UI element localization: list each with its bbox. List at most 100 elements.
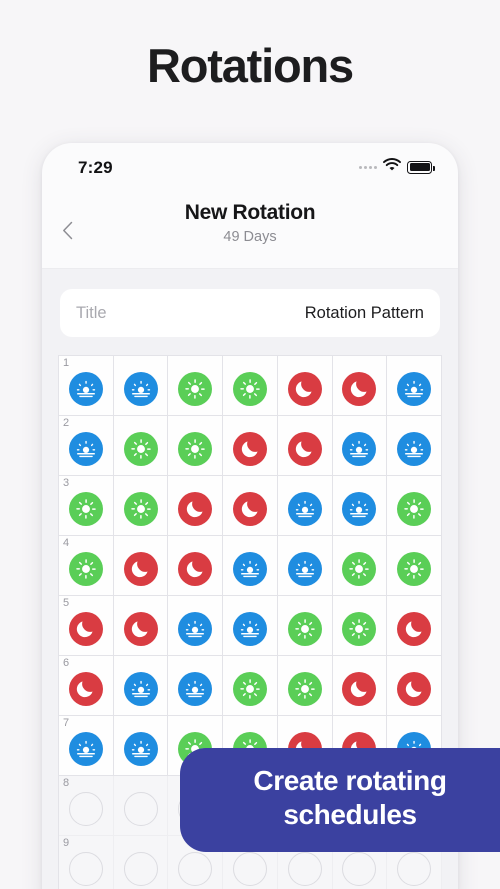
grid-cell[interactable] <box>277 416 333 476</box>
sun-icon[interactable] <box>123 431 158 466</box>
grid-cell[interactable] <box>113 596 169 656</box>
sun-icon[interactable] <box>342 611 377 646</box>
moon-icon[interactable] <box>287 431 322 466</box>
grid-cell[interactable]: 3 <box>59 476 114 536</box>
sun-icon[interactable] <box>123 491 158 526</box>
sun-icon[interactable] <box>342 551 377 586</box>
sunrise-icon[interactable] <box>233 611 268 646</box>
grid-cell[interactable] <box>387 536 442 596</box>
grid-cell[interactable] <box>387 476 442 536</box>
grid-cell[interactable] <box>387 416 442 476</box>
sunrise-icon[interactable] <box>342 491 377 526</box>
sunrise-icon[interactable] <box>68 431 103 466</box>
empty-shift-slot[interactable] <box>233 851 268 886</box>
grid-cell[interactable] <box>277 596 333 656</box>
sunrise-icon[interactable] <box>68 731 103 766</box>
sunrise-icon[interactable] <box>397 431 432 466</box>
moon-icon[interactable] <box>68 671 103 706</box>
grid-cell[interactable]: 7 <box>59 716 114 776</box>
grid-cell[interactable] <box>332 476 388 536</box>
empty-shift-slot[interactable] <box>68 791 103 826</box>
grid-cell[interactable]: 4 <box>59 536 114 596</box>
empty-shift-slot[interactable] <box>342 851 377 886</box>
grid-cell[interactable] <box>113 656 169 716</box>
title-row[interactable]: Title Rotation Pattern <box>60 289 440 337</box>
sun-icon[interactable] <box>68 551 103 586</box>
sunrise-icon[interactable] <box>233 551 268 586</box>
moon-icon[interactable] <box>68 611 103 646</box>
grid-cell[interactable]: 9 <box>59 836 114 889</box>
grid-cell[interactable] <box>168 536 224 596</box>
moon-icon[interactable] <box>397 611 432 646</box>
grid-cell[interactable] <box>113 356 169 416</box>
empty-shift-slot[interactable] <box>178 851 213 886</box>
sunrise-icon[interactable] <box>178 611 213 646</box>
sunrise-icon[interactable] <box>123 371 158 406</box>
moon-icon[interactable] <box>342 671 377 706</box>
grid-cell[interactable] <box>332 596 388 656</box>
moon-icon[interactable] <box>287 371 322 406</box>
grid-cell[interactable] <box>168 416 224 476</box>
grid-cell[interactable] <box>168 356 224 416</box>
grid-cell[interactable] <box>223 416 278 476</box>
empty-shift-slot[interactable] <box>287 851 322 886</box>
grid-cell[interactable] <box>113 476 169 536</box>
moon-icon[interactable] <box>342 371 377 406</box>
sunrise-icon[interactable] <box>178 671 213 706</box>
sun-icon[interactable] <box>287 611 322 646</box>
grid-cell[interactable] <box>332 536 388 596</box>
sunrise-icon[interactable] <box>123 671 158 706</box>
moon-icon[interactable] <box>233 431 268 466</box>
grid-cell[interactable] <box>223 476 278 536</box>
sunrise-icon[interactable] <box>68 371 103 406</box>
empty-shift-slot[interactable] <box>123 851 158 886</box>
sunrise-icon[interactable] <box>397 371 432 406</box>
grid-cell[interactable]: 5 <box>59 596 114 656</box>
empty-shift-slot[interactable] <box>397 851 432 886</box>
grid-cell[interactable] <box>113 836 169 889</box>
sun-icon[interactable] <box>178 371 213 406</box>
moon-icon[interactable] <box>178 551 213 586</box>
grid-cell[interactable] <box>223 596 278 656</box>
sunrise-icon[interactable] <box>342 431 377 466</box>
sun-icon[interactable] <box>397 551 432 586</box>
grid-cell[interactable] <box>332 656 388 716</box>
grid-cell[interactable]: 2 <box>59 416 114 476</box>
sunrise-icon[interactable] <box>287 491 322 526</box>
sun-icon[interactable] <box>233 371 268 406</box>
sun-icon[interactable] <box>397 491 432 526</box>
grid-cell[interactable] <box>277 536 333 596</box>
grid-cell[interactable] <box>113 776 169 836</box>
grid-cell[interactable] <box>168 596 224 656</box>
grid-cell[interactable] <box>277 656 333 716</box>
grid-cell[interactable] <box>168 656 224 716</box>
grid-cell[interactable]: 6 <box>59 656 114 716</box>
grid-cell[interactable] <box>223 656 278 716</box>
moon-icon[interactable] <box>123 611 158 646</box>
grid-cell[interactable] <box>387 656 442 716</box>
grid-cell[interactable] <box>223 356 278 416</box>
grid-cell[interactable] <box>113 416 169 476</box>
back-button[interactable] <box>52 215 82 245</box>
grid-cell[interactable] <box>277 356 333 416</box>
moon-icon[interactable] <box>233 491 268 526</box>
empty-shift-slot[interactable] <box>68 851 103 886</box>
title-input-value[interactable]: Rotation Pattern <box>305 304 424 323</box>
grid-cell[interactable] <box>332 356 388 416</box>
moon-icon[interactable] <box>123 551 158 586</box>
sunrise-icon[interactable] <box>123 731 158 766</box>
moon-icon[interactable] <box>397 671 432 706</box>
grid-cell[interactable]: 1 <box>59 356 114 416</box>
sun-icon[interactable] <box>287 671 322 706</box>
grid-cell[interactable] <box>168 476 224 536</box>
grid-cell[interactable] <box>332 416 388 476</box>
sun-icon[interactable] <box>233 671 268 706</box>
sunrise-icon[interactable] <box>287 551 322 586</box>
grid-cell[interactable] <box>387 596 442 656</box>
moon-icon[interactable] <box>178 491 213 526</box>
grid-cell[interactable] <box>223 536 278 596</box>
sun-icon[interactable] <box>178 431 213 466</box>
grid-cell[interactable]: 8 <box>59 776 114 836</box>
sun-icon[interactable] <box>68 491 103 526</box>
empty-shift-slot[interactable] <box>123 791 158 826</box>
